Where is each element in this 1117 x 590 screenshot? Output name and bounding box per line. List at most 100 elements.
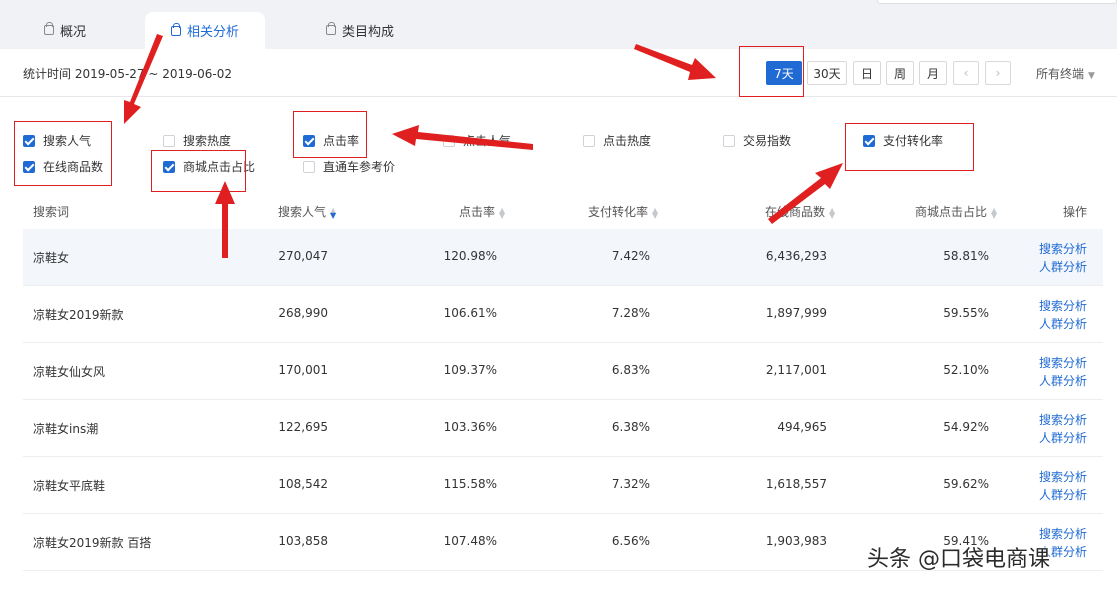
metric-trade-index[interactable]: 交易指数 [723,132,791,149]
search-box[interactable] [877,0,1117,4]
bag-icon [171,22,181,36]
range-month-button[interactable]: 月 [919,61,947,85]
header-payment-conversion[interactable]: 支付转化率 ▲ ▼ [588,203,658,220]
cell-online-products: 1,897,999 [765,306,827,320]
metric-click-heat[interactable]: 点击热度 [583,132,651,149]
sort-icon[interactable]: ▲ ▼ [991,206,997,219]
header-label: 点击率 [459,205,496,219]
search-analysis-link[interactable]: 搜索分析 [1039,468,1087,486]
metric-payment-conversion[interactable]: 支付转化率 [863,132,943,149]
cell-search-popularity: 170,001 [278,363,328,377]
cell-keyword: 凉鞋女 [33,251,70,265]
cell-online-products: 1,903,983 [765,534,827,548]
cell-mall-click-share: 54.92% [943,420,989,434]
row-actions: 搜索分析 人群分析 [1039,297,1087,333]
next-period-button[interactable]: › [985,61,1011,85]
table-row: 凉鞋女 270,047 120.98% 7.42% 6,436,293 58.8… [23,229,1103,286]
cell-mall-click-share: 59.62% [943,477,989,491]
cell-click-rate: 115.58% [443,477,497,491]
row-actions: 搜索分析 人群分析 [1039,354,1087,390]
search-analysis-link[interactable]: 搜索分析 [1039,354,1087,372]
tab-related-analysis[interactable]: 相关分析 [145,12,266,49]
checkbox-icon[interactable] [863,134,875,147]
cell-mall-click-share: 52.10% [943,363,989,377]
metric-label: 直通车参考价 [323,160,396,174]
table-row: 凉鞋女平底鞋 108,542 115.58% 7.32% 1,618,557 5… [23,457,1103,514]
search-analysis-link[interactable]: 搜索分析 [1039,297,1087,315]
cell-mall-click-share: 59.55% [943,306,989,320]
header-label: 支付转化率 [588,205,649,219]
tab-bar: 概况 相关分析 类目构成 [0,0,1117,49]
tab-category-composition[interactable]: 类目构成 [326,18,394,42]
checkbox-icon[interactable] [443,134,455,147]
table-row: 凉鞋女ins潮 122,695 103.36% 6.38% 494,965 54… [23,400,1103,457]
cell-payment-conversion: 7.28% [611,306,650,320]
header-keyword: 搜索词 [33,205,70,219]
crowd-analysis-link[interactable]: 人群分析 [1039,429,1087,447]
checkbox-icon[interactable] [723,134,735,147]
cell-payment-conversion: 7.32% [611,477,650,491]
cell-click-rate: 120.98% [443,249,497,263]
range-week-button[interactable]: 周 [886,61,914,85]
cell-click-rate: 103.36% [443,420,497,434]
crowd-analysis-link[interactable]: 人群分析 [1039,486,1087,504]
crowd-analysis-link[interactable]: 人群分析 [1039,315,1087,333]
metric-ztc-reference-price[interactable]: 直通车参考价 [303,158,395,175]
sort-icon[interactable]: ▲ ▼ [652,206,658,219]
checkbox-icon[interactable] [23,134,35,147]
range-30-days-button[interactable]: 30天 [807,61,847,85]
header-label: 商城点击占比 [915,205,988,219]
metric-online-products[interactable]: 在线商品数 [23,158,103,175]
tab-label: 概况 [60,24,87,40]
terminal-select[interactable]: 所有终端 ▼ [1036,65,1095,82]
metric-label: 商城点击占比 [183,160,256,174]
cell-online-products: 494,965 [777,420,827,434]
watermark: 头条 @口袋电商课 [867,547,1050,572]
terminal-label: 所有终端 [1036,67,1085,81]
header-search-popularity[interactable]: 搜索人气 ▲ ▼ [278,203,336,220]
range-7-days-button[interactable]: 7天 [766,61,802,85]
metric-click-rate[interactable]: 点击率 [303,132,359,149]
metric-search-popularity[interactable]: 搜索人气 [23,132,91,149]
row-actions: 搜索分析 人群分析 [1039,240,1087,276]
metric-label: 搜索热度 [183,134,232,148]
header-click-rate[interactable]: 点击率 ▲ ▼ [459,203,505,220]
cell-keyword: 凉鞋女2019新款 [33,308,124,322]
sort-icon[interactable]: ▲ ▼ [330,206,336,219]
checkbox-icon[interactable] [303,134,315,147]
prev-period-button[interactable]: ‹ [953,61,979,85]
header-actions: 操作 [1063,205,1088,219]
cell-payment-conversion: 6.56% [611,534,650,548]
sort-icon[interactable]: ▲ ▼ [829,206,835,219]
cell-online-products: 1,618,557 [765,477,827,491]
search-analysis-link[interactable]: 搜索分析 [1039,411,1087,429]
cell-payment-conversion: 6.83% [611,363,650,377]
checkbox-icon[interactable] [23,160,35,173]
metric-label: 点击率 [323,134,360,148]
header-online-products[interactable]: 在线商品数 ▲ ▼ [765,203,835,220]
cell-online-products: 6,436,293 [765,249,827,263]
tab-overview[interactable]: 概况 [44,18,86,42]
header-mall-click-share[interactable]: 商城点击占比 ▲ ▼ [915,203,997,220]
sort-icon[interactable]: ▲ ▼ [499,206,505,219]
cell-payment-conversion: 6.38% [611,420,650,434]
search-analysis-link[interactable]: 搜索分析 [1039,240,1087,258]
metric-label: 交易指数 [743,134,792,148]
range-day-button[interactable]: 日 [853,61,881,85]
checkbox-icon[interactable] [163,134,175,147]
checkbox-icon[interactable] [583,134,595,147]
metric-search-heat[interactable]: 搜索热度 [163,132,231,149]
table-row: 凉鞋女2019新款 268,990 106.61% 7.28% 1,897,99… [23,286,1103,343]
checkbox-icon[interactable] [163,160,175,173]
crowd-analysis-link[interactable]: 人群分析 [1039,258,1087,276]
date-filter-bar: 统计时间 2019-05-27 ~ 2019-06-02 7天 30天 日 周 … [0,49,1117,97]
bag-icon [326,22,336,35]
table-row: 凉鞋女仙女风 170,001 109.37% 6.83% 2,117,001 5… [23,343,1103,400]
cell-search-popularity: 270,047 [278,249,328,263]
checkbox-icon[interactable] [303,160,315,173]
cell-search-popularity: 268,990 [278,306,328,320]
metric-click-popularity[interactable]: 点击人气 [443,132,511,149]
crowd-analysis-link[interactable]: 人群分析 [1039,372,1087,390]
metric-mall-click-share[interactable]: 商城点击占比 [163,158,255,175]
metric-label: 搜索人气 [43,134,92,148]
